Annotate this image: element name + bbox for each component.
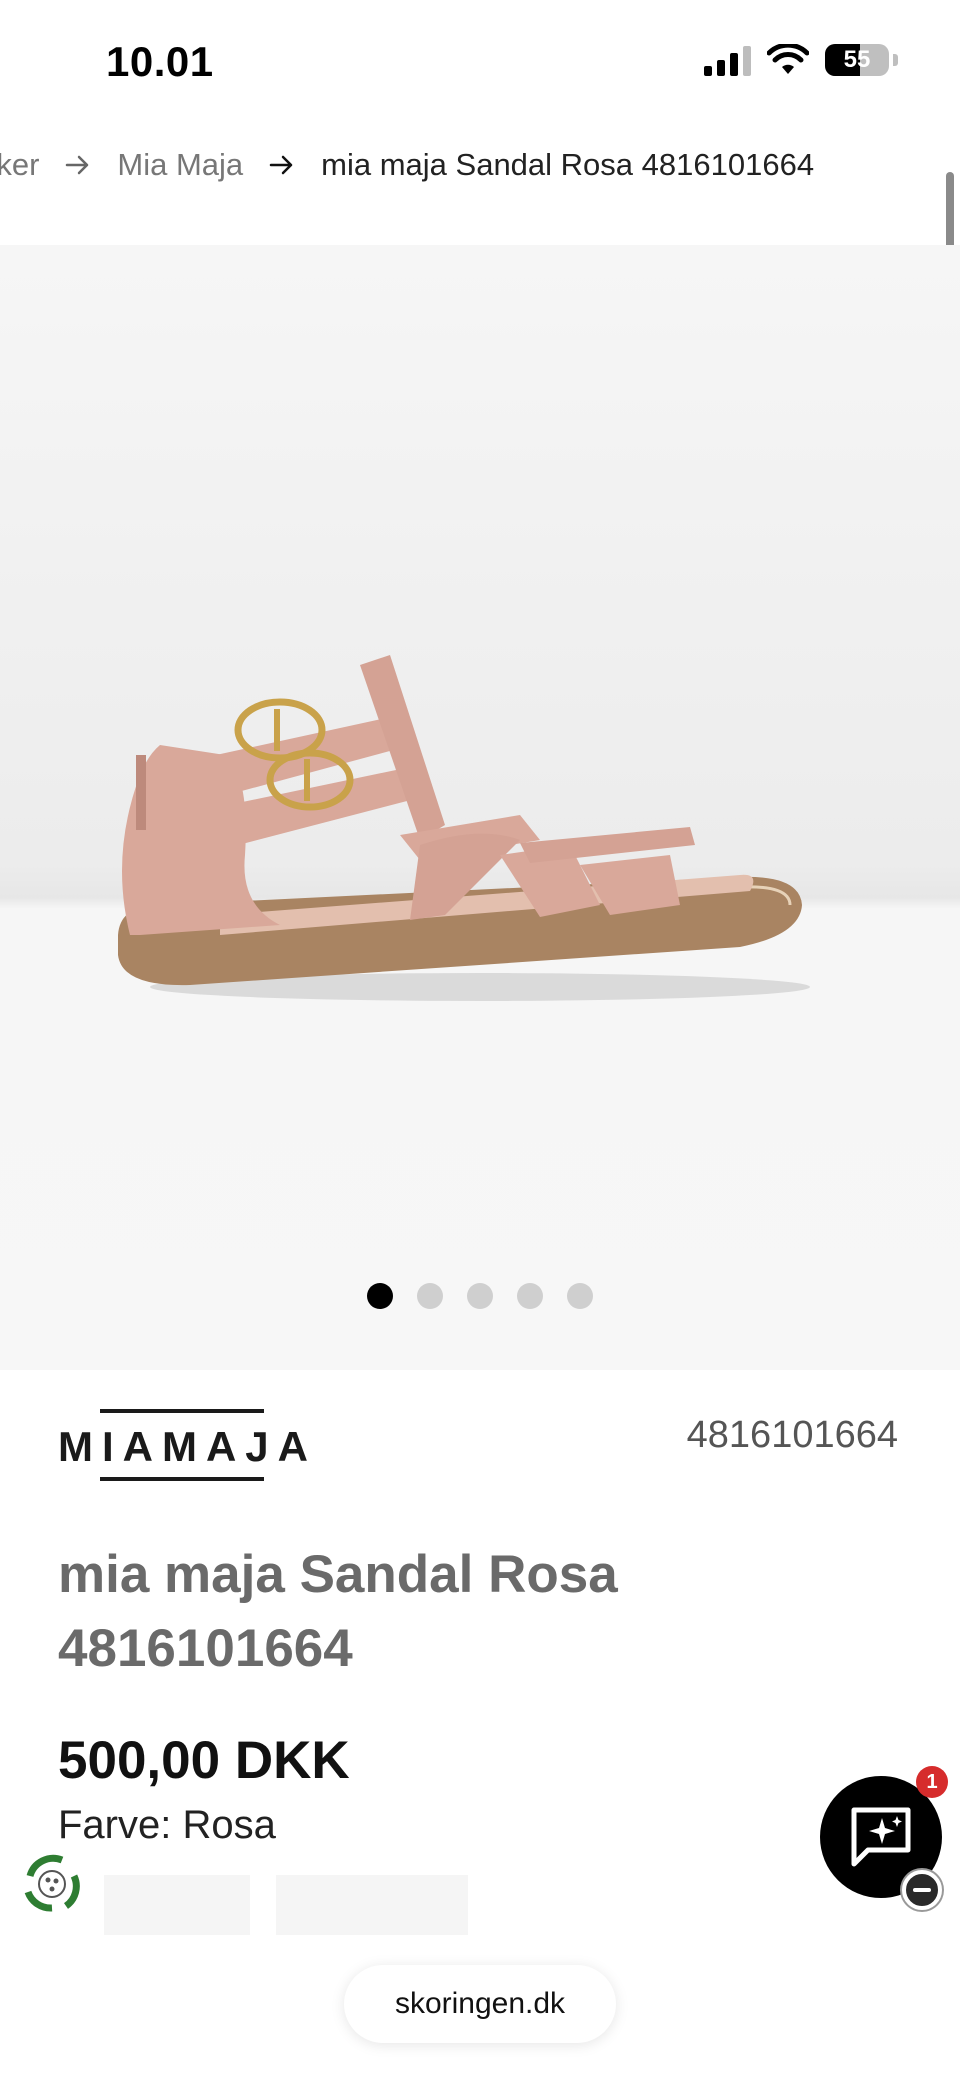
battery-icon: 55 xyxy=(825,44,889,76)
battery-level: 55 xyxy=(843,46,871,73)
status-time: 10.01 xyxy=(106,38,214,85)
gallery-dot[interactable] xyxy=(567,1283,593,1309)
chat-sparkle-icon xyxy=(851,1807,911,1867)
color-label: Farve: Rosa xyxy=(58,1803,276,1847)
chat-notification-badge: 1 xyxy=(916,1766,948,1798)
address-bar[interactable]: skoringen.dk xyxy=(344,1965,616,2043)
gallery-dot[interactable] xyxy=(367,1283,393,1309)
breadcrumb: rker Mia Maja mia maja Sandal Rosa 48161… xyxy=(0,140,814,190)
wifi-icon xyxy=(767,44,809,74)
product-title: mia maja Sandal Rosa 4816101664 xyxy=(58,1545,618,1678)
size-option[interactable] xyxy=(276,1875,468,1935)
product-sku: 4816101664 xyxy=(686,1414,898,1456)
breadcrumb-item-mia-maja[interactable]: Mia Maja xyxy=(117,147,243,183)
eco-recycle-icon[interactable] xyxy=(16,1848,88,1920)
breadcrumb-current: mia maja Sandal Rosa 4816101664 xyxy=(321,147,815,182)
breadcrumb-item-brands[interactable]: rker xyxy=(0,147,39,183)
product-image-gallery[interactable] xyxy=(0,245,960,1370)
product-price: 500,00 DKK xyxy=(58,1731,350,1790)
status-icons: 55 xyxy=(704,44,898,76)
gallery-pagination xyxy=(0,1283,960,1309)
size-option[interactable] xyxy=(104,1875,250,1935)
arrow-right-icon xyxy=(65,154,91,176)
logo-bar-top xyxy=(100,1409,264,1413)
battery-tip xyxy=(893,54,898,66)
brand-logo-text: MIAMAJA xyxy=(58,1423,317,1470)
cellular-signal-icon xyxy=(704,44,751,76)
logo-bar-bottom xyxy=(100,1477,264,1481)
status-bar: 10.01 55 xyxy=(0,0,960,130)
brand-logo[interactable]: MIAMAJA xyxy=(58,1405,308,1485)
gallery-dot[interactable] xyxy=(417,1283,443,1309)
arrow-right-icon xyxy=(269,154,295,176)
chat-minimize-button[interactable] xyxy=(902,1870,942,1910)
gallery-dot[interactable] xyxy=(517,1283,543,1309)
gallery-dot[interactable] xyxy=(467,1283,493,1309)
product-image xyxy=(118,655,810,1001)
